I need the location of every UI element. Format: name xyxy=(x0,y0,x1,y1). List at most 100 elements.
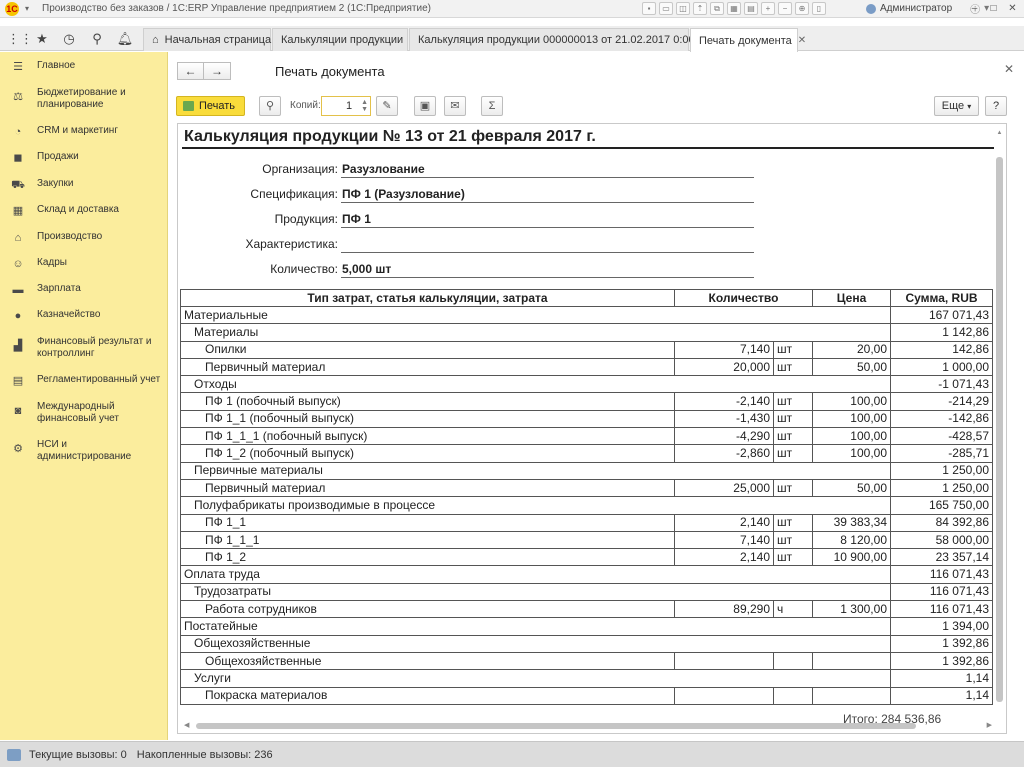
app-logo-icon[interactable]: 1С xyxy=(5,1,19,16)
history-icon[interactable]: ◷ xyxy=(60,30,78,48)
cost-item-cell: Оплата труда xyxy=(180,565,675,584)
specification-label: Спецификация: xyxy=(250,187,338,201)
cost-item-cell: Общехозяйственные xyxy=(180,651,675,671)
horizontal-scroll-thumb[interactable] xyxy=(196,723,916,729)
server-calls-icon[interactable] xyxy=(7,748,21,761)
quantity-cell: 25,000 xyxy=(674,478,774,498)
sum-cell: -1 071,43 xyxy=(890,375,993,394)
print-icon[interactable]: ▭ xyxy=(659,2,673,15)
field-underline xyxy=(341,177,754,178)
sum-cell: 1 392,86 xyxy=(890,634,993,653)
tab-close-icon[interactable]: ✕ xyxy=(798,35,806,46)
field-underline xyxy=(341,252,754,253)
window-title: Производство без заказов / 1С:ERP Управл… xyxy=(42,3,431,14)
main-form-area: ← → Печать документа ✕ Печать ⚲ Копий: 1… xyxy=(169,52,1024,740)
quantity-cell xyxy=(674,375,774,394)
print-button[interactable]: Печать xyxy=(176,96,245,116)
preview-button[interactable]: ⚲ xyxy=(259,96,281,116)
unit-cell xyxy=(773,634,813,653)
table-row: ПФ 1_2 (побочный выпуск) -2,860 шт 100,00 -2… xyxy=(180,444,993,463)
table-row: ПФ 1_1 (побочный выпуск) -1,430 шт 100,00 -1… xyxy=(180,409,993,429)
unit-cell xyxy=(773,617,813,636)
more-button-label: Еще xyxy=(941,100,965,112)
unit-cell: шт xyxy=(773,392,813,411)
link-icon[interactable]: ⇡ xyxy=(693,2,707,15)
notifications-bell-icon[interactable]: 🔔︎ xyxy=(116,30,134,48)
copies-input[interactable]: 1 ▲ ▼ xyxy=(321,96,371,116)
sidebar-item-label: CRM и маркетинг xyxy=(37,125,118,136)
close-form-icon[interactable]: ✕ xyxy=(1004,62,1014,76)
sum-cell: 84 392,86 xyxy=(890,513,993,532)
tab-print-document[interactable]: Печать документа ✕ xyxy=(690,28,806,52)
sidebar-item-label: Регламентированный учет xyxy=(37,374,161,385)
scroll-up-icon[interactable]: ▲ xyxy=(995,129,1004,137)
minimize-icon[interactable]: – xyxy=(967,1,982,16)
horizontal-scrollbar[interactable]: ◀ ▶ xyxy=(182,722,994,730)
copy-icon[interactable]: ⧉ xyxy=(710,2,724,15)
price-cell: 10 900,00 xyxy=(812,548,891,567)
cost-item-cell: Услуги xyxy=(180,669,675,688)
preview-icon[interactable]: ◫ xyxy=(676,2,690,15)
tab-calculations-list[interactable]: Калькуляции продукции ✕ xyxy=(272,28,418,51)
unit-cell xyxy=(773,461,813,480)
copies-spinner-icon[interactable]: ▲ ▼ xyxy=(361,99,368,113)
cost-item-cell: Покраска материалов xyxy=(180,686,675,705)
help-button[interactable]: ? xyxy=(985,96,1007,116)
unit-cell xyxy=(773,651,813,671)
cost-item-cell: ПФ 1_1_1 xyxy=(180,530,675,550)
table-row: ПФ 1_1 2,140 шт 39 383,34 84 392,86 xyxy=(180,513,993,532)
cost-item-cell: ПФ 1_2 xyxy=(180,548,675,567)
price-cell xyxy=(812,634,891,653)
edit-button[interactable]: ✎ xyxy=(376,96,398,116)
cost-item-cell: ПФ 1 (побочный выпуск) xyxy=(180,392,675,411)
memory-plus-icon[interactable]: + xyxy=(761,2,775,15)
calculator-icon[interactable]: ▦ xyxy=(727,2,741,15)
price-cell xyxy=(812,582,891,602)
save-button[interactable]: ▣ xyxy=(414,96,436,116)
panel-icon[interactable]: ▯ xyxy=(812,2,826,15)
sum-cell: 167 071,43 xyxy=(890,305,993,325)
forward-arrow-icon[interactable]: → xyxy=(204,62,231,80)
sigma-icon: Σ xyxy=(488,100,496,112)
main-menu-dropdown-icon[interactable]: ▾ xyxy=(22,4,32,14)
apps-grid-icon[interactable]: ⋮⋮ xyxy=(7,30,33,48)
search-icon[interactable]: ⚲ xyxy=(88,30,106,48)
tab-calculations-list-label: Калькуляции продукции xyxy=(281,34,404,46)
quantity-cell xyxy=(674,634,774,653)
zoom-icon[interactable]: ⊕ xyxy=(795,2,809,15)
vertical-scroll-thumb[interactable] xyxy=(996,157,1003,702)
unit-cell xyxy=(773,496,813,515)
tab-calculation-document[interactable]: Калькуляция продукции 000000013 от 21.02… xyxy=(409,28,724,51)
table-row: ПФ 1_1_1 7,140 шт 8 120,00 58 000,00 xyxy=(180,530,993,550)
cost-item-cell: Постатейные xyxy=(180,617,675,636)
sum-cell: 1,14 xyxy=(890,686,993,705)
menu-lines-icon: ☰ xyxy=(13,61,23,73)
tab-home[interactable]: ⌂ Начальная страница xyxy=(143,28,271,51)
more-button[interactable]: Еще ▾ xyxy=(934,96,979,116)
form-title: Печать документа xyxy=(275,64,385,79)
finance-chart-icon: ▟ xyxy=(13,340,23,352)
sidebar-item-label: Международный финансовый учет xyxy=(37,401,119,424)
email-button[interactable]: ✉ xyxy=(444,96,466,116)
sum-cell: 1,14 xyxy=(890,669,993,688)
window-title-bar: 1С ▾ Производство без заказов / 1С:ERP У… xyxy=(0,0,1024,18)
favorites-star-icon[interactable]: ★ xyxy=(33,30,51,48)
price-cell xyxy=(812,651,891,671)
tab-home-label: Начальная страница xyxy=(164,34,272,46)
sum-button[interactable]: Σ xyxy=(481,96,503,116)
calendar-icon[interactable]: ▤ xyxy=(744,2,758,15)
table-row: Отходы -1 071,43 xyxy=(180,375,993,394)
spreadsheet-document[interactable]: Калькуляция продукции № 13 от 21 февраля… xyxy=(177,123,1007,734)
back-arrow-icon[interactable]: ← xyxy=(177,62,204,80)
scroll-left-icon[interactable]: ◀ xyxy=(184,721,189,729)
tab-calculation-document-label: Калькуляция продукции 000000013 от 21.02… xyxy=(418,34,710,46)
quantity-cell xyxy=(674,496,774,515)
save-icon[interactable]: ▪ xyxy=(642,2,656,15)
close-window-icon[interactable]: ✕ xyxy=(1005,1,1020,16)
printer-icon xyxy=(183,101,194,111)
maximize-icon[interactable]: □ xyxy=(986,1,1001,16)
scroll-right-icon[interactable]: ▶ xyxy=(987,721,992,729)
user-icon xyxy=(866,3,876,14)
memory-minus-icon[interactable]: − xyxy=(778,2,792,15)
vertical-scrollbar[interactable]: ▲ xyxy=(995,129,1004,719)
